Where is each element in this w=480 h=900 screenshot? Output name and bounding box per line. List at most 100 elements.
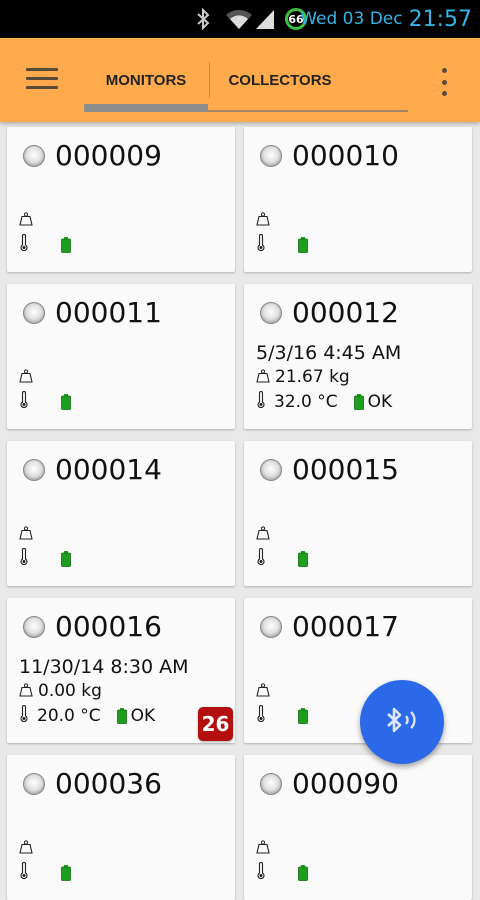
radio-icon[interactable] bbox=[260, 459, 282, 481]
battery-status: OK bbox=[367, 392, 393, 412]
bluetooth-icon bbox=[192, 0, 214, 38]
monitor-id: 000090 bbox=[292, 767, 399, 800]
monitor-card[interactable]: 000015 bbox=[244, 441, 472, 586]
battery-icon bbox=[298, 708, 308, 724]
thermometer-icon bbox=[19, 548, 29, 570]
battery-icon bbox=[61, 865, 71, 881]
radio-icon[interactable] bbox=[260, 145, 282, 167]
radio-icon[interactable] bbox=[23, 459, 45, 481]
weight-icon bbox=[256, 368, 270, 387]
thermometer-icon bbox=[256, 234, 266, 256]
temp-row bbox=[256, 548, 312, 570]
thermometer-icon bbox=[256, 705, 266, 727]
monitor-card[interactable]: 000012 5/3/16 4:45 AM 21.67 kg 32.0 °C O… bbox=[244, 284, 472, 429]
weight-row bbox=[19, 524, 38, 544]
monitor-id: 000009 bbox=[55, 139, 162, 172]
temp-row bbox=[19, 862, 75, 884]
thermometer-icon bbox=[19, 234, 29, 256]
weight-value: 0.00 kg bbox=[38, 681, 102, 701]
weight-icon bbox=[256, 211, 270, 230]
temp-row: 20.0 °C OK bbox=[19, 705, 155, 727]
weight-row bbox=[256, 524, 275, 544]
weight-row bbox=[256, 681, 275, 701]
weight-row: 0.00 kg bbox=[19, 681, 102, 701]
monitor-id: 000014 bbox=[55, 453, 162, 486]
wifi-icon bbox=[224, 0, 254, 38]
battery-icon bbox=[298, 865, 308, 881]
tab-collectors-label: COLLECTORS bbox=[228, 71, 332, 89]
monitor-date: 5/3/16 4:45 AM bbox=[256, 342, 402, 364]
weight-icon bbox=[19, 368, 33, 387]
weight-row bbox=[256, 210, 275, 230]
battery-status: OK bbox=[130, 706, 156, 726]
weight-value: 21.67 kg bbox=[275, 367, 350, 387]
monitor-date: 11/30/14 8:30 AM bbox=[19, 656, 189, 678]
battery-icon bbox=[353, 394, 364, 410]
weight-icon bbox=[19, 682, 33, 701]
temp-row bbox=[256, 234, 312, 256]
tab-indicator bbox=[84, 104, 208, 112]
monitor-card[interactable]: 000011 bbox=[7, 284, 235, 429]
radio-icon[interactable] bbox=[260, 773, 282, 795]
battery-icon bbox=[61, 237, 71, 253]
temp-row bbox=[19, 234, 75, 256]
overflow-menu-icon[interactable] bbox=[434, 68, 454, 96]
monitor-card[interactable]: 000009 bbox=[7, 127, 235, 272]
weight-row bbox=[19, 367, 38, 387]
radio-icon[interactable] bbox=[23, 302, 45, 324]
temp-value: 32.0 °C bbox=[274, 392, 338, 412]
temp-value: 20.0 °C bbox=[37, 706, 101, 726]
radio-icon[interactable] bbox=[260, 616, 282, 638]
radio-icon[interactable] bbox=[260, 302, 282, 324]
temp-row bbox=[256, 705, 312, 727]
weight-row bbox=[256, 838, 275, 858]
status-date: Wed 03 Dec bbox=[300, 9, 403, 29]
thermometer-icon bbox=[19, 862, 29, 884]
weight-icon bbox=[256, 839, 270, 858]
weight-row bbox=[19, 838, 38, 858]
bluetooth-scan-icon bbox=[382, 703, 422, 741]
status-bar: 66 Wed 03 Dec 21:57 bbox=[0, 0, 480, 38]
temp-row bbox=[19, 548, 75, 570]
monitor-card[interactable]: 000014 bbox=[7, 441, 235, 586]
monitor-id: 000010 bbox=[292, 139, 399, 172]
weight-row: 21.67 kg bbox=[256, 367, 350, 387]
weight-icon bbox=[19, 211, 33, 230]
monitor-id: 000016 bbox=[55, 610, 162, 643]
temp-row bbox=[19, 391, 75, 413]
battery-icon bbox=[298, 237, 308, 253]
weight-icon bbox=[256, 682, 270, 701]
temp-row bbox=[256, 862, 312, 884]
status-time: 21:57 bbox=[408, 6, 472, 32]
weight-icon bbox=[19, 839, 33, 858]
radio-icon[interactable] bbox=[23, 145, 45, 167]
monitor-id: 000015 bbox=[292, 453, 399, 486]
monitor-id: 000012 bbox=[292, 296, 399, 329]
monitor-card[interactable]: 000090 bbox=[244, 755, 472, 900]
temp-row: 32.0 °C OK bbox=[256, 391, 392, 413]
weight-icon bbox=[19, 525, 33, 544]
radio-icon[interactable] bbox=[23, 773, 45, 795]
alert-count-badge[interactable]: 26 bbox=[198, 707, 233, 741]
battery-icon bbox=[298, 551, 308, 567]
monitor-id: 000036 bbox=[55, 767, 162, 800]
thermometer-icon bbox=[256, 391, 266, 413]
status-clock: Wed 03 Dec 21:57 bbox=[300, 0, 472, 38]
battery-icon bbox=[61, 551, 71, 567]
monitor-id: 000017 bbox=[292, 610, 399, 643]
weight-icon bbox=[256, 525, 270, 544]
radio-icon[interactable] bbox=[23, 616, 45, 638]
weight-row bbox=[19, 210, 38, 230]
thermometer-icon bbox=[256, 548, 266, 570]
monitor-id: 000011 bbox=[55, 296, 162, 329]
monitor-card[interactable]: 000010 bbox=[244, 127, 472, 272]
tab-monitors-label: MONITORS bbox=[105, 71, 187, 89]
battery-icon bbox=[116, 708, 127, 724]
battery-icon bbox=[61, 394, 71, 410]
hamburger-menu-icon[interactable] bbox=[26, 68, 58, 92]
cell-signal-icon bbox=[254, 0, 276, 38]
bluetooth-scan-button[interactable] bbox=[360, 680, 444, 764]
thermometer-icon bbox=[256, 862, 266, 884]
monitor-card[interactable]: 000036 bbox=[7, 755, 235, 900]
thermometer-icon bbox=[19, 391, 29, 413]
